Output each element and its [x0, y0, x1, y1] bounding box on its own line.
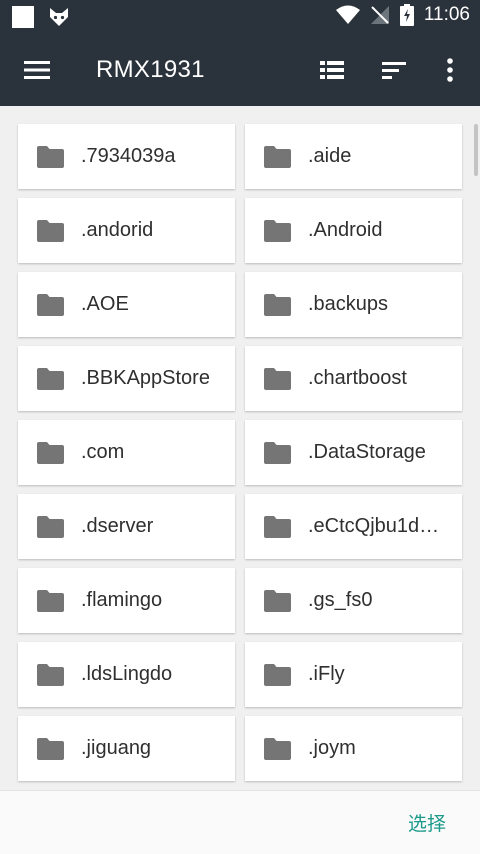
status-bar: 11:06: [0, 0, 480, 34]
folder-name: .aide: [308, 145, 352, 167]
folder-name: .com: [81, 441, 125, 463]
folder-icon: [37, 663, 64, 686]
folder-item[interactable]: .AOE: [18, 272, 235, 337]
folder-item[interactable]: .gs_fs0: [245, 568, 462, 633]
folder-item[interactable]: .com: [18, 420, 235, 485]
wifi-icon: [335, 5, 360, 24]
folder-item[interactable]: .dserver: [18, 494, 235, 559]
folder-name: .BBKAppStore: [81, 367, 210, 389]
more-vert-icon[interactable]: [434, 54, 466, 86]
page-title: RMX1931: [96, 56, 205, 83]
folder-item[interactable]: .backups: [245, 272, 462, 337]
folder-item[interactable]: .eCtcQjbu1d…: [245, 494, 462, 559]
folder-icon: [37, 515, 64, 538]
folder-name: .AOE: [81, 293, 129, 315]
folder-name: .gs_fs0: [308, 589, 373, 611]
folder-item[interactable]: .iFly: [245, 642, 462, 707]
select-button[interactable]: 选择: [408, 809, 446, 836]
folder-name: .DataStorage: [308, 441, 426, 463]
folder-icon: [37, 589, 64, 612]
folder-name: .backups: [308, 293, 389, 315]
app-bar: RMX1931: [0, 34, 480, 106]
folder-name: .eCtcQjbu1d…: [308, 515, 440, 537]
sort-icon[interactable]: [378, 54, 410, 86]
battery-charging-icon: [399, 4, 414, 26]
folder-item[interactable]: .DataStorage: [245, 420, 462, 485]
folder-name: .joym: [308, 737, 356, 759]
folder-icon: [37, 367, 64, 390]
file-grid: .7934039a .aide .andorid .Android .AOE .…: [18, 124, 462, 781]
scrollbar-thumb[interactable]: [474, 124, 478, 176]
folder-item[interactable]: .BBKAppStore: [18, 346, 235, 411]
folder-item[interactable]: .andorid: [18, 198, 235, 263]
folder-icon: [264, 737, 291, 760]
folder-name: .flamingo: [81, 589, 163, 611]
folder-name: .andorid: [81, 219, 154, 241]
folder-icon: [264, 219, 291, 242]
folder-item[interactable]: .Android: [245, 198, 462, 263]
status-clock: 11:06: [423, 4, 470, 25]
menu-icon[interactable]: [22, 56, 52, 84]
folder-icon: [37, 737, 64, 760]
folder-name: .dserver: [81, 515, 154, 537]
folder-item[interactable]: .flamingo: [18, 568, 235, 633]
folder-item[interactable]: .joym: [245, 716, 462, 781]
folder-name: .ldsLingdo: [81, 663, 173, 685]
fox-app-icon: [50, 8, 68, 26]
folder-icon: [264, 367, 291, 390]
folder-icon: [264, 589, 291, 612]
folder-name: .iFly: [308, 663, 345, 685]
no-sim-icon: [370, 6, 389, 24]
folder-icon: [264, 441, 291, 464]
folder-icon: [264, 515, 291, 538]
folder-item[interactable]: .aide: [245, 124, 462, 189]
folder-icon: [37, 145, 64, 168]
folder-item[interactable]: .ldsLingdo: [18, 642, 235, 707]
folder-item[interactable]: .chartboost: [245, 346, 462, 411]
folder-name: .Android: [308, 219, 383, 241]
file-grid-container[interactable]: .7934039a .aide .andorid .Android .AOE .…: [0, 106, 480, 790]
folder-item[interactable]: .jiguang: [18, 716, 235, 781]
folder-icon: [264, 663, 291, 686]
folder-name: .chartboost: [308, 367, 407, 389]
folder-icon: [37, 219, 64, 242]
folder-name: .7934039a: [81, 145, 176, 167]
square-notification-icon: [12, 6, 34, 28]
folder-name: .jiguang: [81, 737, 152, 759]
folder-icon: [264, 293, 291, 316]
folder-item[interactable]: .7934039a: [18, 124, 235, 189]
folder-icon: [37, 441, 64, 464]
list-view-icon[interactable]: [316, 54, 348, 86]
bottom-bar: 选择: [0, 790, 480, 854]
folder-icon: [264, 145, 291, 168]
folder-icon: [37, 293, 64, 316]
